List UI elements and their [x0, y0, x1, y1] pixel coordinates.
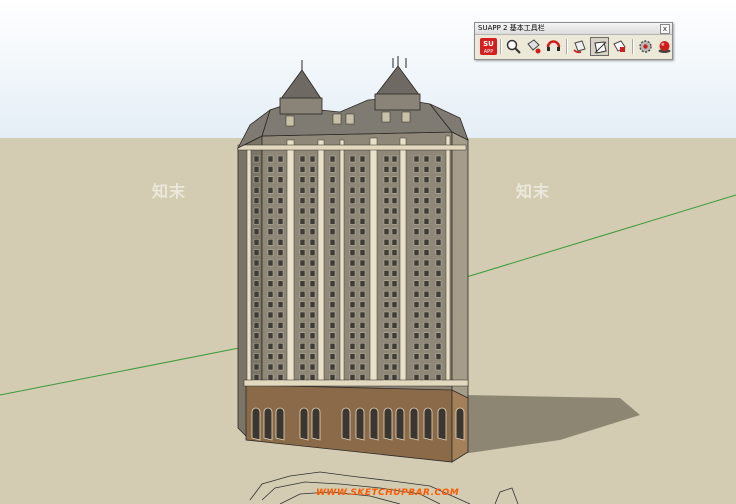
site-link[interactable]: WWW.SKETCHUPBAR.COM: [316, 488, 459, 498]
suapp-toolbar[interactable]: SUAPP 2 基本工具栏 x SU APP: [474, 22, 673, 60]
building-shadow: [455, 395, 640, 455]
move-icon: [613, 40, 626, 52]
svg-text:SU: SU: [483, 40, 494, 48]
red-ball-icon: [658, 41, 671, 53]
suapp-logo-button[interactable]: SU APP: [479, 37, 498, 56]
toolbar-close-button[interactable]: x: [660, 24, 670, 34]
toolbar-separator: [632, 39, 634, 54]
green-axis-far: [449, 194, 736, 283]
move-button[interactable]: [610, 37, 629, 56]
su-logo-icon: SU APP: [480, 38, 497, 55]
toolbar-button-row: SU APP: [477, 37, 671, 57]
watermark-left: 知末: [152, 182, 187, 201]
gear-icon: [639, 40, 652, 53]
paint-icon: [527, 39, 541, 54]
rotate-button[interactable]: [570, 37, 589, 56]
section-icon: [594, 41, 607, 54]
toolbar-titlebar[interactable]: SUAPP 2 基本工具栏 x: [475, 23, 672, 35]
search-button[interactable]: [504, 37, 523, 56]
toolbar-title: SUAPP 2 基本工具栏: [478, 24, 545, 32]
residential-tower: [237, 56, 469, 463]
toolbar-separator: [500, 39, 502, 54]
rotate-icon: [573, 40, 586, 54]
magnifier-icon: [506, 39, 521, 54]
toolbar-separator: [566, 39, 568, 54]
orbit-icon: [546, 40, 561, 51]
red-ball-button[interactable]: [655, 37, 674, 56]
base-arches: [251, 407, 465, 441]
watermark-right: 知末: [516, 182, 551, 201]
3d-viewport[interactable]: 知末 知末 WWW.SKETCHUPBAR.COM: [0, 0, 736, 504]
orbit-button[interactable]: [544, 37, 563, 56]
section-plane-button[interactable]: [590, 37, 609, 56]
scene-drawing: [0, 56, 736, 504]
settings-button[interactable]: [636, 37, 655, 56]
paint-tool-button[interactable]: [524, 37, 543, 56]
svg-text:APP: APP: [484, 49, 493, 55]
